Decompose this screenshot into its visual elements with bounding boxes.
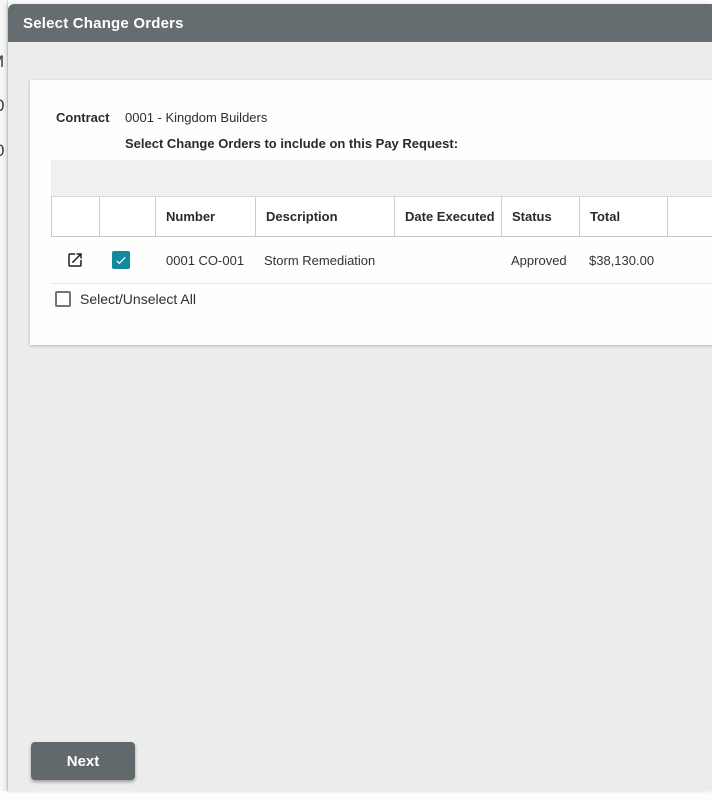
contract-value: 0001 - Kingdom Builders: [125, 110, 268, 125]
table-toolbar-band: [51, 160, 712, 196]
background-text-fragment: M: [0, 52, 4, 72]
column-header-date-executed: Date Executed: [395, 197, 502, 236]
column-header-number: Number: [156, 197, 256, 236]
select-all-control: Select/Unselect All: [55, 291, 196, 307]
column-header-status: Status: [502, 197, 580, 236]
change-orders-card: Contract 0001 - Kingdom Builders Select …: [30, 80, 712, 345]
open-in-new-icon[interactable]: [66, 251, 84, 269]
background-text-fragment: 0: [0, 141, 4, 161]
dialog-header: Select Change Orders: [8, 4, 712, 42]
background-text-fragment: 0: [0, 96, 4, 116]
row-status: Approved: [511, 252, 567, 268]
dialog-body: Contract 0001 - Kingdom Builders Select …: [8, 42, 712, 791]
row-total: $38,130.00: [589, 252, 655, 268]
row-checkbox-checked[interactable]: [112, 251, 130, 269]
select-all-label: Select/Unselect All: [80, 291, 196, 307]
column-header-open: [52, 197, 100, 236]
change-orders-table: Number Description Date Executed Status …: [51, 160, 712, 284]
dialog-title: Select Change Orders: [23, 14, 184, 32]
instruction-text: Select Change Orders to include on this …: [125, 136, 459, 151]
check-icon: [116, 256, 126, 265]
select-change-orders-dialog: Select Change Orders Contract 0001 - Kin…: [8, 4, 712, 791]
row-select-cell: [99, 251, 155, 269]
table-header-row: Number Description Date Executed Status …: [51, 196, 712, 237]
screen: M 0 0 Select Change Orders Contract 0001…: [0, 0, 712, 800]
column-header-description: Description: [256, 197, 395, 236]
table-row: 0001 CO-001 Storm Remediation Approved $…: [51, 237, 712, 284]
row-open-cell: [51, 251, 99, 269]
row-number: 0001 CO-001: [166, 252, 245, 268]
column-header-spacer: [668, 197, 712, 236]
row-description: Storm Remediation: [264, 252, 376, 268]
select-all-checkbox[interactable]: [55, 291, 71, 307]
column-header-select: [100, 197, 156, 236]
column-header-total: Total: [580, 197, 668, 236]
background-page-sliver: M 0 0: [0, 0, 8, 791]
next-button[interactable]: Next: [31, 742, 135, 780]
contract-label: Contract: [56, 110, 110, 125]
